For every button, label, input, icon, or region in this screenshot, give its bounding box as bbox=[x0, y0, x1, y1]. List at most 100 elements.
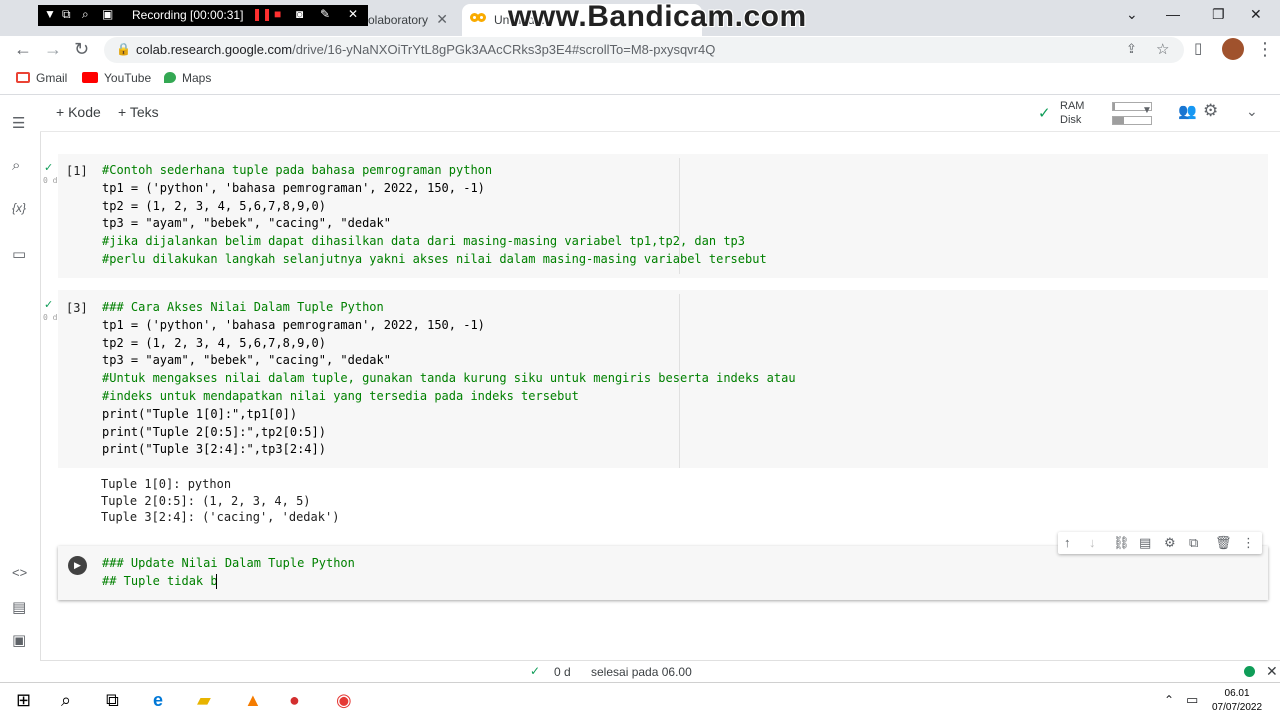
youtube-icon bbox=[82, 72, 98, 83]
close-status-icon[interactable]: ✕ bbox=[1266, 663, 1278, 680]
forward-icon[interactable]: → bbox=[44, 39, 62, 60]
move-down-icon[interactable]: ↓ bbox=[1089, 535, 1096, 550]
code-editor[interactable]: #Contoh sederhana tuple pada bahasa pemr… bbox=[102, 162, 767, 269]
mirror-cell-icon[interactable]: ⧉ bbox=[1189, 535, 1198, 551]
output-line: Tuple 1[0]: python bbox=[101, 477, 232, 491]
code-line: print("Tuple 1[0]:",tp1[0]) bbox=[102, 406, 298, 421]
share-icon[interactable]: ⇪ bbox=[1126, 41, 1137, 57]
zoom-icon[interactable]: ⌕ bbox=[82, 7, 89, 22]
close-recorder-icon[interactable]: ✕ bbox=[348, 7, 358, 21]
table-of-contents-icon[interactable]: ☰ bbox=[12, 114, 25, 132]
add-text-button[interactable]: + Teks bbox=[118, 104, 159, 120]
close-window-icon[interactable]: ✕ bbox=[1250, 6, 1262, 23]
comment-icon[interactable]: ▤ bbox=[1139, 535, 1151, 551]
vlc-icon[interactable]: ▲ bbox=[244, 690, 262, 711]
text-cursor bbox=[216, 574, 217, 589]
recorder-watermark: www.Bandicam.com bbox=[508, 0, 807, 33]
connected-check-icon: ✓ bbox=[1038, 105, 1051, 122]
stop-icon[interactable]: ■ bbox=[274, 7, 281, 21]
move-up-icon[interactable]: ↑ bbox=[1064, 535, 1071, 550]
output-line: Tuple 2[0:5]: (1, 2, 3, 4, 5) bbox=[101, 493, 311, 508]
execution-duration: 0 d bbox=[43, 313, 58, 322]
colab-left-rail: ☰ ⌕ {x} ▭ <> ▤ ▣ bbox=[0, 95, 41, 660]
code-line: #indeks untuk mendapatkan nilai yang ter… bbox=[102, 388, 579, 403]
executed-check-icon: ✓ bbox=[44, 299, 54, 311]
minimize-icon[interactable]: — bbox=[1166, 6, 1180, 22]
settings-gear-icon[interactable]: ⚙ bbox=[1203, 101, 1218, 121]
close-tab-icon[interactable]: ✕ bbox=[436, 11, 448, 28]
address-row: ← → ↻ 🔒 colab.research.google.com/drive/… bbox=[0, 36, 1280, 64]
tab-title: olaboratory bbox=[368, 13, 429, 27]
code-line: tp3 = "ayam", "bebek", "cacing", "dedak" bbox=[102, 353, 391, 368]
pen-icon[interactable]: ✎ bbox=[320, 7, 330, 21]
profile-avatar[interactable] bbox=[1222, 38, 1244, 60]
maps-icon bbox=[164, 72, 176, 83]
status-check-icon: ✓ bbox=[530, 664, 541, 678]
clock-time: 06.01 bbox=[1224, 688, 1250, 699]
terminal-icon[interactable]: ▣ bbox=[12, 631, 26, 649]
runtime-dropdown-icon[interactable]: ▼ bbox=[1142, 105, 1152, 116]
cell-settings-icon[interactable]: ⚙ bbox=[1164, 535, 1176, 551]
bandicam-icon[interactable]: ● bbox=[289, 690, 300, 711]
output-line: Tuple 3[2:4]: ('cacing', 'dedak') bbox=[101, 510, 340, 525]
gmail-icon bbox=[16, 72, 30, 83]
back-icon[interactable]: ← bbox=[14, 39, 32, 60]
resource-monitor[interactable]: RAM Disk bbox=[1060, 99, 1152, 127]
command-palette-icon[interactable]: ▤ bbox=[12, 598, 26, 616]
bookmark-maps[interactable]: Maps bbox=[164, 71, 211, 85]
run-cell-button[interactable]: ▶ bbox=[68, 556, 87, 575]
code-snippets-icon[interactable]: <> bbox=[12, 565, 27, 580]
recorder-bar: ▼ ⧉ ⌕ ▣ Recording [00:00:31] ❚❚ ■ ◙ ✎ ✕ bbox=[38, 5, 368, 26]
bookmark-star-icon[interactable]: ☆ bbox=[1156, 40, 1169, 58]
sidebar-panel-icon[interactable]: ▯ bbox=[1194, 39, 1202, 57]
status-bar: ✓ 0 d selesai pada 06.00 ✕ bbox=[40, 660, 1280, 683]
files-icon[interactable]: ▭ bbox=[12, 245, 26, 263]
bookmark-youtube[interactable]: YouTube bbox=[82, 71, 151, 85]
taskbar-search-icon[interactable]: ⌕ bbox=[61, 690, 71, 711]
tab-search-icon[interactable]: ⌄ bbox=[1126, 6, 1138, 23]
code-line: tp2 = (1, 2, 3, 4, 5,6,7,8,9,0) bbox=[102, 198, 326, 213]
pause-icon[interactable]: ❚❚ bbox=[252, 7, 272, 21]
taskbar-clock[interactable]: 06.01 07/07/2022 bbox=[1212, 687, 1262, 715]
delete-cell-icon[interactable]: 🗑 bbox=[1215, 535, 1232, 551]
code-line: #jika dijalankan belim dapat dihasilkan … bbox=[102, 234, 745, 249]
code-editor[interactable]: ### Cara Akses Nilai Dalam Tuple Python t… bbox=[102, 299, 796, 459]
tray-expand-icon[interactable]: ⌃ bbox=[1164, 693, 1174, 707]
camera-icon[interactable]: ◙ bbox=[296, 7, 303, 21]
colab-logo-icon bbox=[470, 13, 488, 25]
code-line: ### Update Nilai Dalam Tuple Python bbox=[102, 556, 355, 570]
search-icon[interactable]: ⌕ bbox=[12, 157, 20, 174]
bookmark-gmail[interactable]: Gmail bbox=[16, 71, 67, 85]
lock-icon[interactable]: 🔒 bbox=[116, 42, 131, 56]
share-people-icon[interactable]: 👥 bbox=[1178, 102, 1197, 120]
region-icon[interactable]: ▣ bbox=[102, 7, 113, 21]
more-options-icon[interactable]: ⋮ bbox=[1242, 535, 1255, 551]
code-line: tp1 = ('python', 'bahasa pemrograman', 2… bbox=[102, 317, 485, 332]
file-explorer-icon[interactable]: ▰ bbox=[197, 690, 211, 711]
restore-icon[interactable]: ❐ bbox=[1212, 6, 1225, 23]
edge-browser-icon[interactable]: e bbox=[153, 690, 163, 711]
notification-icon[interactable]: ▭ bbox=[1186, 692, 1198, 708]
collapse-chevron-icon[interactable]: ⌄ bbox=[1246, 103, 1258, 120]
menu-arrow-icon[interactable]: ▼ bbox=[44, 7, 56, 21]
task-view-icon[interactable]: ⧉ bbox=[106, 690, 119, 711]
cell-execution-count: [3] bbox=[66, 301, 88, 315]
window-icon[interactable]: ⧉ bbox=[62, 7, 71, 22]
browser-menu-icon[interactable]: ⋮ bbox=[1256, 39, 1274, 60]
address-bar[interactable]: 🔒 colab.research.google.com/drive/16-yNa… bbox=[104, 37, 1184, 63]
url-text[interactable]: colab.research.google.com/drive/16-yNaNX… bbox=[136, 42, 715, 57]
link-icon[interactable]: ⛓ bbox=[1113, 535, 1130, 551]
colab-toolbar: + Kode + Teks ✓ RAM Disk ▼ 👥 ⚙ ⌄ bbox=[40, 95, 1280, 132]
chrome-icon[interactable]: ◉ bbox=[336, 690, 352, 711]
runtime-status-dot bbox=[1244, 666, 1255, 677]
cell-toolbar: ↑ ↓ ⛓ ▤ ⚙ ⧉ 🗑 ⋮ bbox=[1058, 532, 1262, 554]
add-code-button[interactable]: + Kode bbox=[56, 104, 101, 120]
variables-icon[interactable]: {x} bbox=[12, 201, 26, 215]
status-message[interactable]: selesai pada 06.00 bbox=[591, 665, 692, 679]
reload-icon[interactable]: ↻ bbox=[74, 39, 89, 60]
code-line: ## Tuple tidak b bbox=[102, 573, 218, 588]
disk-label: Disk bbox=[1060, 114, 1082, 126]
code-editor[interactable]: ### Update Nilai Dalam Tuple Python ## Tu… bbox=[102, 555, 355, 591]
windows-start-icon[interactable]: ⊞ bbox=[16, 690, 31, 711]
bookmarks-bar: Gmail YouTube Maps bbox=[0, 64, 1280, 95]
